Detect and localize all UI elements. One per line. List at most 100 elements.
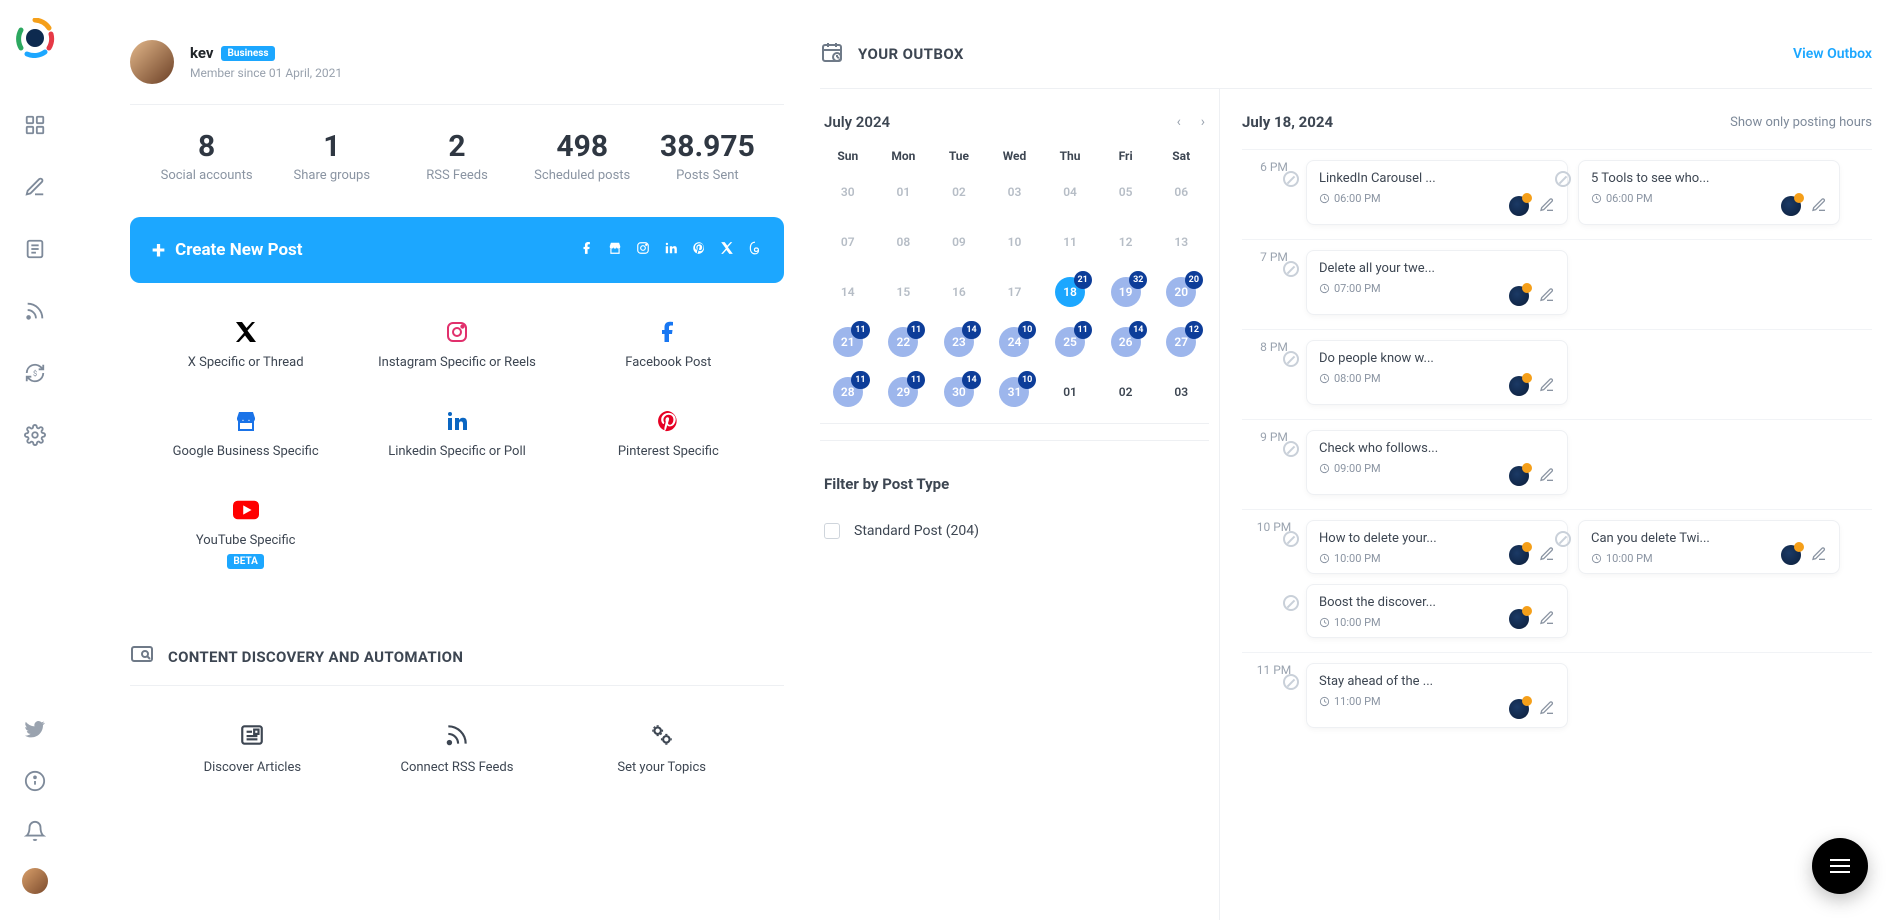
calendar-day[interactable]: 1932	[1098, 275, 1154, 309]
calendar-day[interactable]: 03	[987, 175, 1043, 209]
calendar-day[interactable]: 10	[987, 225, 1043, 259]
next-month-button[interactable]: ›	[1201, 114, 1205, 130]
filter-row[interactable]: Standard Post (204)	[820, 517, 1209, 545]
calendar-day[interactable]: 08	[876, 225, 932, 259]
post-card[interactable]: Do people know w...08:00 PM	[1306, 340, 1568, 405]
calendar-day[interactable]: 12	[1098, 225, 1154, 259]
edit-icon[interactable]	[1539, 287, 1557, 305]
calendar-day[interactable]: 05	[1098, 175, 1154, 209]
calendar-day[interactable]: 2614	[1098, 325, 1154, 359]
nav-compose-icon[interactable]	[22, 174, 48, 200]
post-type-fb[interactable]: Facebook Post	[573, 317, 764, 370]
fab-menu-button[interactable]	[1812, 838, 1868, 894]
nav-info-icon[interactable]	[22, 768, 48, 794]
calendar-day[interactable]: 04	[1042, 175, 1098, 209]
calendar-day[interactable]: 11	[1042, 225, 1098, 259]
edit-icon[interactable]	[1539, 610, 1557, 628]
calendar-day[interactable]: 2211	[876, 325, 932, 359]
nav-recycle-icon[interactable]: $	[22, 360, 48, 386]
calendar-day[interactable]: 06	[1153, 175, 1209, 209]
x-icon	[150, 317, 341, 347]
edit-icon[interactable]	[1811, 546, 1829, 564]
create-post-button[interactable]: + Create New Post	[130, 217, 784, 283]
network-icon	[1781, 545, 1801, 565]
post-type-pin[interactable]: Pinterest Specific	[573, 406, 764, 459]
post-card[interactable]: Boost the discover...10:00 PM	[1306, 584, 1568, 638]
sidebar: $	[0, 0, 70, 920]
post-card[interactable]: Check who follows...09:00 PM	[1306, 430, 1568, 495]
pin-icon	[573, 406, 764, 436]
hour-row: 9 PMCheck who follows...09:00 PM	[1242, 419, 1872, 509]
calendar-day[interactable]: 1821	[1042, 275, 1098, 309]
calendar-day[interactable]: 2911	[876, 375, 932, 409]
calendar-day[interactable]: 09	[931, 225, 987, 259]
calendar-day[interactable]: 2020	[1153, 275, 1209, 309]
calendar-pane: July 2024 ‹ › SunMonTueWedThuFriSat 3001…	[820, 89, 1220, 920]
nav-dashboard-icon[interactable]	[22, 112, 48, 138]
nav-content-icon[interactable]	[22, 236, 48, 262]
card-title: Delete all your twe...	[1319, 261, 1555, 276]
threads-icon	[748, 241, 762, 259]
post-type-ig[interactable]: Instagram Specific or Reels	[361, 317, 552, 370]
plus-icon: +	[152, 236, 165, 264]
nav-bell-icon[interactable]	[22, 818, 48, 844]
disc-gears[interactable]: Set your Topics	[559, 720, 764, 775]
calendar-day[interactable]: 01	[876, 175, 932, 209]
checkbox[interactable]	[824, 523, 840, 539]
prev-month-button[interactable]: ‹	[1177, 114, 1181, 130]
post-card[interactable]: Can you delete Twi...10:00 PM	[1578, 520, 1840, 574]
calendar-day[interactable]: 17	[987, 275, 1043, 309]
calendar-day[interactable]: 30	[820, 175, 876, 209]
edit-icon[interactable]	[1539, 197, 1557, 215]
nav-rss-icon[interactable]	[22, 298, 48, 324]
calendar-day[interactable]: 02	[931, 175, 987, 209]
edit-icon[interactable]	[1539, 467, 1557, 485]
post-card[interactable]: 5 Tools to see who...06:00 PM	[1578, 160, 1840, 225]
hour-row: 10 PMHow to delete your...10:00 PMCan yo…	[1242, 509, 1872, 652]
nav-settings-icon[interactable]	[22, 422, 48, 448]
calendar-day[interactable]: 16	[931, 275, 987, 309]
post-type-gmb[interactable]: Google Business Specific	[150, 406, 341, 459]
post-type-x[interactable]: X Specific or Thread	[150, 317, 341, 370]
day-count-badge: 10	[1018, 321, 1036, 339]
disc-news[interactable]: Discover Articles	[150, 720, 355, 775]
post-card[interactable]: Delete all your twe...07:00 PM	[1306, 250, 1568, 315]
calendar-day[interactable]: 2111	[820, 325, 876, 359]
network-icon	[1781, 196, 1801, 216]
view-outbox-link[interactable]: View Outbox	[1793, 46, 1872, 62]
disc-rss[interactable]: Connect RSS Feeds	[355, 720, 560, 775]
calendar-day[interactable]: 13	[1153, 225, 1209, 259]
calendar-day[interactable]: 14	[820, 275, 876, 309]
nav-avatar[interactable]	[22, 868, 48, 894]
post-card[interactable]: Stay ahead of the ...11:00 PM	[1306, 663, 1568, 728]
post-card[interactable]: How to delete your...10:00 PM	[1306, 520, 1568, 574]
facebook-icon	[580, 241, 594, 259]
day-count-badge: 10	[1018, 371, 1036, 389]
edit-icon[interactable]	[1539, 546, 1557, 564]
show-posting-hours-toggle[interactable]: Show only posting hours	[1730, 115, 1872, 130]
calendar-day[interactable]: 2410	[987, 325, 1043, 359]
calendar-day[interactable]: 3014	[931, 375, 987, 409]
post-card[interactable]: LinkedIn Carousel ...06:00 PM	[1306, 160, 1568, 225]
post-type-yt[interactable]: YouTube SpecificBETA	[150, 495, 341, 569]
card-title: 5 Tools to see who...	[1591, 171, 1827, 186]
logo[interactable]	[15, 18, 55, 58]
calendar-day[interactable]: 01	[1042, 375, 1098, 409]
calendar-day[interactable]: 2511	[1042, 325, 1098, 359]
outbox-header: YOUR OUTBOX View Outbox	[820, 40, 1872, 88]
edit-icon[interactable]	[1539, 700, 1557, 718]
nav-twitter-icon[interactable]	[22, 718, 48, 744]
edit-icon[interactable]	[1811, 197, 1829, 215]
calendar-day[interactable]: 2314	[931, 325, 987, 359]
calendar-day[interactable]: 07	[820, 225, 876, 259]
avatar[interactable]	[130, 40, 174, 84]
calendar-day[interactable]: 15	[876, 275, 932, 309]
calendar-day[interactable]: 2712	[1153, 325, 1209, 359]
edit-icon[interactable]	[1539, 377, 1557, 395]
calendar-day[interactable]: 02	[1098, 375, 1154, 409]
calendar-day[interactable]: 3110	[987, 375, 1043, 409]
calendar-day[interactable]: 03	[1153, 375, 1209, 409]
calendar-day[interactable]: 2811	[820, 375, 876, 409]
post-type-li[interactable]: Linkedin Specific or Poll	[361, 406, 552, 459]
stat: 1Share groups	[269, 129, 394, 183]
